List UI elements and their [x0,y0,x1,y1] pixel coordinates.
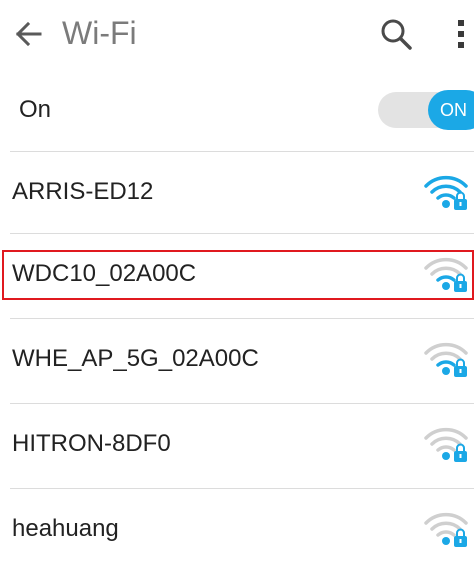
wifi-network-name: heahuang [12,515,119,542]
wifi-network-name: WDC10_02A00C [12,260,197,287]
wifi-network-item[interactable]: HITRON-8DF0 [0,403,474,487]
wifi-network-name: ARRIS-ED12 [12,178,154,205]
wifi-toggle-switch[interactable]: ON [378,90,474,130]
divider [10,233,474,234]
page-title: Wi-Fi [62,15,137,51]
more-vert-icon [458,20,464,48]
back-button[interactable] [8,14,48,54]
divider [10,403,474,404]
wifi-signal-lock-icon [424,342,468,377]
wifi-toggle-row[interactable]: On ON [0,68,474,152]
divider [10,318,474,319]
wifi-signal-lock-icon [424,512,468,547]
wifi-network-item[interactable]: ARRIS-ED12 [0,151,474,235]
arrow-back-icon [15,21,42,47]
toggle-thumb: ON [428,90,474,130]
wifi-signal-lock-icon [424,257,468,292]
more-options-button[interactable] [448,14,474,54]
wifi-toggle-label: On [19,96,52,123]
wifi-network-name: WHE_AP_5G_02A00C [12,345,259,372]
search-icon [381,19,412,50]
search-button[interactable] [376,14,416,54]
wifi-settings-screen: Wi-Fi On ON ARRIS-ED12 WDC10_02A00C WHE_AP… [0,0,474,562]
wifi-signal-lock-icon [424,175,468,210]
divider [10,488,474,489]
wifi-network-item[interactable]: WDC10_02A00C [0,233,474,317]
wifi-network-name: HITRON-8DF0 [12,430,171,457]
app-toolbar: Wi-Fi [0,0,474,68]
wifi-network-item[interactable]: WHE_AP_5G_02A00C [0,318,474,402]
wifi-signal-lock-icon [424,427,468,462]
wifi-network-item[interactable]: heahuang [0,488,474,562]
